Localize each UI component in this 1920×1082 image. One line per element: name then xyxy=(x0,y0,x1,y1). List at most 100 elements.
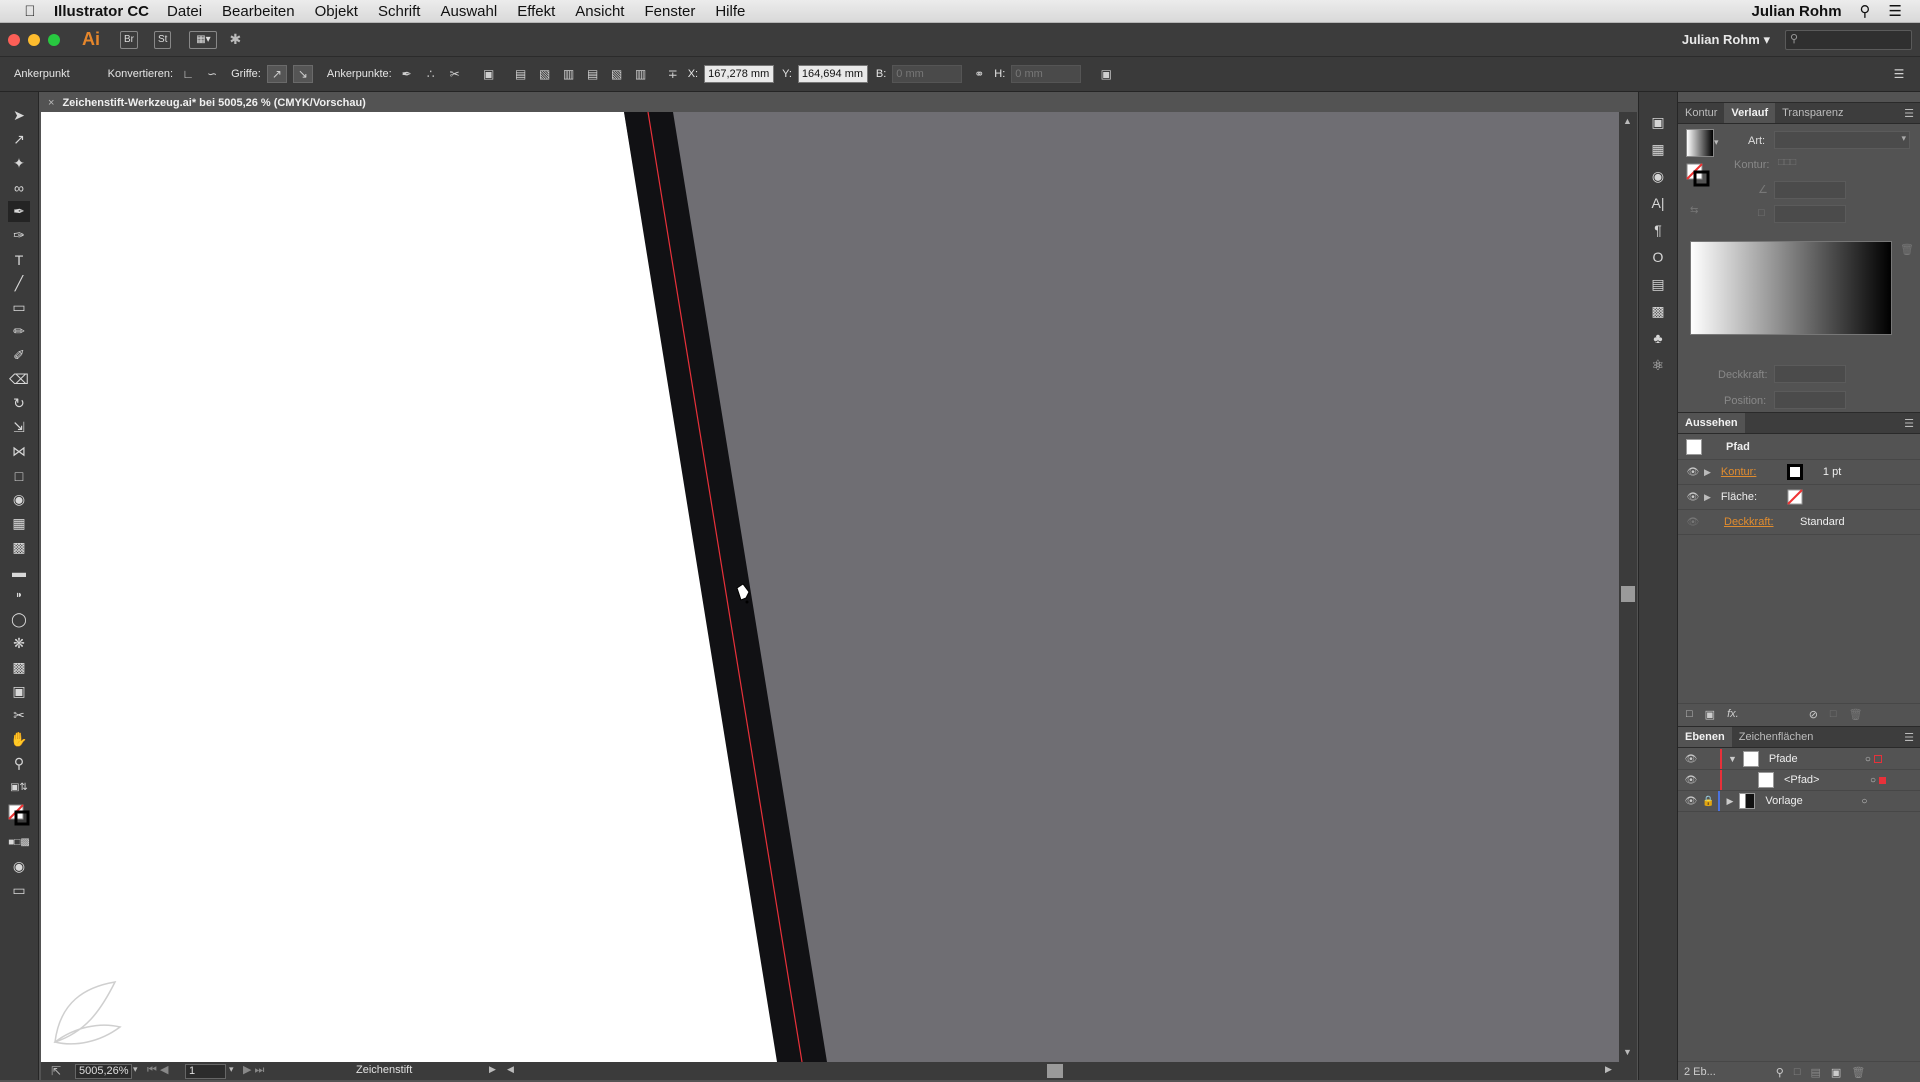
tab-aussehen[interactable]: Aussehen xyxy=(1678,413,1745,433)
artboard-canvas[interactable] xyxy=(41,112,1619,1062)
stroke-swatch[interactable] xyxy=(1786,464,1803,480)
menubar-user[interactable]: Julian Rohm xyxy=(1752,3,1842,20)
layer-name[interactable]: Vorlage xyxy=(1765,795,1861,807)
stock-button[interactable]: St xyxy=(154,30,172,49)
tab-verlauf[interactable]: Verlauf xyxy=(1724,103,1776,123)
scroll-right-arrow-icon[interactable]: ▶ xyxy=(1605,1064,1612,1075)
align-top-icon[interactable]: ▤ xyxy=(584,66,602,82)
align-bottom-icon[interactable]: ▥ xyxy=(632,66,650,82)
opacity-link[interactable]: Deckkraft: xyxy=(1724,516,1800,528)
eyedropper-tool-icon[interactable]: ⁍ xyxy=(8,585,30,606)
position-dropdown[interactable] xyxy=(1774,391,1846,409)
appearance-opacity-row[interactable]: 👁 Deckkraft: Standard xyxy=(1678,510,1920,535)
last-artboard-icon[interactable]: ▶ ⏭ xyxy=(243,1063,264,1077)
layers-menu-icon[interactable]: ☰ xyxy=(1904,731,1914,744)
color-mode-icon[interactable]: ■□▩ xyxy=(8,832,30,853)
stroke-weight-value[interactable]: 1 pt xyxy=(1823,466,1841,478)
selection-indicator[interactable] xyxy=(1879,776,1887,784)
appearance-fill-row[interactable]: 👁 ▶ Fläche: xyxy=(1678,485,1920,510)
align-left-icon[interactable]: ▤ xyxy=(512,66,530,82)
stroke-label[interactable]: Kontur: xyxy=(1721,466,1787,478)
gradient-type-dropdown[interactable]: ▾ xyxy=(1774,131,1910,149)
opacity-dropdown[interactable] xyxy=(1774,365,1846,383)
appearance-menu-icon[interactable]: ☰ xyxy=(1904,417,1914,430)
visibility-eye-icon[interactable]: 👁 xyxy=(1682,796,1700,807)
minimize-window-button[interactable] xyxy=(28,33,40,46)
symbol-sprayer-tool-icon[interactable]: ❋ xyxy=(8,633,30,654)
target-circle-icon[interactable]: ○ xyxy=(1870,775,1876,786)
clear-appearance-icon[interactable]: ⊘ xyxy=(1809,708,1818,721)
aspect-ratio-dropdown[interactable] xyxy=(1774,205,1846,223)
free-transform-tool-icon[interactable]: □ xyxy=(8,465,30,486)
layer-name[interactable]: Pfade xyxy=(1769,753,1865,765)
convert-smooth-icon[interactable]: ∽ xyxy=(203,66,221,82)
vertical-scroll-thumb[interactable] xyxy=(1621,586,1635,602)
artboard-tool-icon[interactable]: ▣ xyxy=(8,681,30,702)
expand-triangle-icon[interactable]: ▶ xyxy=(1704,467,1711,478)
document-tab[interactable]: × Zeichenstift-Werkzeug.ai* bei 5005,26 … xyxy=(40,94,376,112)
artboard-dropdown-icon[interactable]: ▾ xyxy=(229,1064,234,1075)
delete-item-icon[interactable]: 🗑 xyxy=(1849,708,1863,721)
arrange-documents-icon[interactable]: ▦▾ xyxy=(189,30,218,49)
blend-tool-icon[interactable]: ◯ xyxy=(8,609,30,630)
help-search-input[interactable]: ⚲ xyxy=(1785,30,1912,50)
asset-export-panel-icon[interactable]: ⚛ xyxy=(1646,354,1670,376)
align-right-icon[interactable]: ▥ xyxy=(560,66,578,82)
layer-row[interactable]: 👁 ▼ Pfade ○ xyxy=(1678,749,1920,770)
locate-object-icon[interactable]: ⚲ xyxy=(1776,1066,1784,1079)
direct-selection-tool-icon[interactable]: ↗ xyxy=(8,129,30,150)
add-effect-button[interactable]: fx. xyxy=(1727,708,1739,720)
tab-ebenen[interactable]: Ebenen xyxy=(1678,727,1732,747)
lasso-tool-icon[interactable]: ∞ xyxy=(8,177,30,198)
tab-kontur[interactable]: Kontur xyxy=(1678,103,1724,123)
menu-objekt[interactable]: Objekt xyxy=(315,3,358,20)
show-handles-icon[interactable]: ↗ xyxy=(266,65,287,83)
scroll-left-arrow-icon[interactable]: ◀ xyxy=(507,1064,514,1075)
swatches-panel-icon[interactable]: ▦ xyxy=(1646,138,1670,160)
cut-path-icon[interactable]: ✂ xyxy=(446,66,464,82)
target-circle-icon[interactable]: ○ xyxy=(1861,796,1867,807)
paragraph-panel-icon[interactable]: ¶ xyxy=(1646,219,1670,241)
gradient-swatch-dropdown-icon[interactable]: ▾ xyxy=(1714,137,1719,148)
first-artboard-icon[interactable]: ⏮ ◀ xyxy=(147,1063,168,1077)
expand-triangle-icon[interactable]: ▶ xyxy=(1704,492,1711,503)
fill-stroke-mini-icon[interactable] xyxy=(1686,163,1712,189)
clipping-mask-icon[interactable]: □ xyxy=(1794,1066,1801,1078)
menu-hilfe[interactable]: Hilfe xyxy=(715,3,745,20)
width-input[interactable]: 0 mm xyxy=(892,65,963,83)
visibility-eye-icon[interactable]: 👁 xyxy=(1682,754,1700,765)
duplicate-item-icon[interactable]: □ xyxy=(1830,708,1837,720)
line-tool-icon[interactable]: ╱ xyxy=(8,273,30,294)
align-middle-icon[interactable]: ▧ xyxy=(608,66,626,82)
screen-mode-icon[interactable]: ▭ xyxy=(8,880,30,901)
scroll-up-arrow-icon[interactable]: ▲ xyxy=(1623,116,1632,126)
share-icon[interactable]: ⇱ xyxy=(51,1064,61,1078)
current-tool-status[interactable]: Zeichenstift xyxy=(356,1064,412,1076)
menu-schrift[interactable]: Schrift xyxy=(378,3,421,20)
scroll-down-arrow-icon[interactable]: ▼ xyxy=(1623,1047,1632,1057)
visibility-eye-icon[interactable]: 👁 xyxy=(1684,492,1702,503)
brushes-panel-icon[interactable]: ◉ xyxy=(1646,165,1670,187)
align-panel-icon[interactable]: ▤ xyxy=(1646,273,1670,295)
blob-brush-tool-icon[interactable]: ✐ xyxy=(8,345,30,366)
delete-stop-icon[interactable]: 🗑 xyxy=(1900,243,1914,256)
gradient-tool-icon[interactable]: ▬ xyxy=(8,561,30,582)
libraries-panel-icon[interactable]: ▣ xyxy=(1646,111,1670,133)
spotlight-search-icon[interactable]: ⚲ xyxy=(1860,2,1871,20)
eraser-tool-icon[interactable]: ⌫ xyxy=(8,369,30,390)
magic-wand-tool-icon[interactable]: ✦ xyxy=(8,153,30,174)
new-sublayer-icon[interactable]: ▤ xyxy=(1811,1066,1821,1079)
scale-tool-icon[interactable]: ⇲ xyxy=(8,417,30,438)
zoom-dropdown-icon[interactable]: ▾ xyxy=(133,1064,138,1075)
draw-mode-icon[interactable]: ◉ xyxy=(8,856,30,877)
horizontal-scroll-thumb[interactable] xyxy=(1047,1064,1063,1078)
notification-list-icon[interactable]: ☰ xyxy=(1889,2,1902,20)
width-tool-icon[interactable]: ⋈ xyxy=(8,441,30,462)
new-layer-icon[interactable]: ▣ xyxy=(1831,1066,1841,1079)
menu-auswahl[interactable]: Auswahl xyxy=(440,3,497,20)
convert-corner-icon[interactable]: ∟ xyxy=(179,66,197,82)
fill-label[interactable]: Fläche: xyxy=(1721,491,1787,503)
menu-ansicht[interactable]: Ansicht xyxy=(575,3,624,20)
appearance-stroke-row[interactable]: 👁 ▶ Kontur: 1 pt xyxy=(1678,460,1920,485)
expand-triangle-icon[interactable]: ▶ xyxy=(1726,796,1733,807)
